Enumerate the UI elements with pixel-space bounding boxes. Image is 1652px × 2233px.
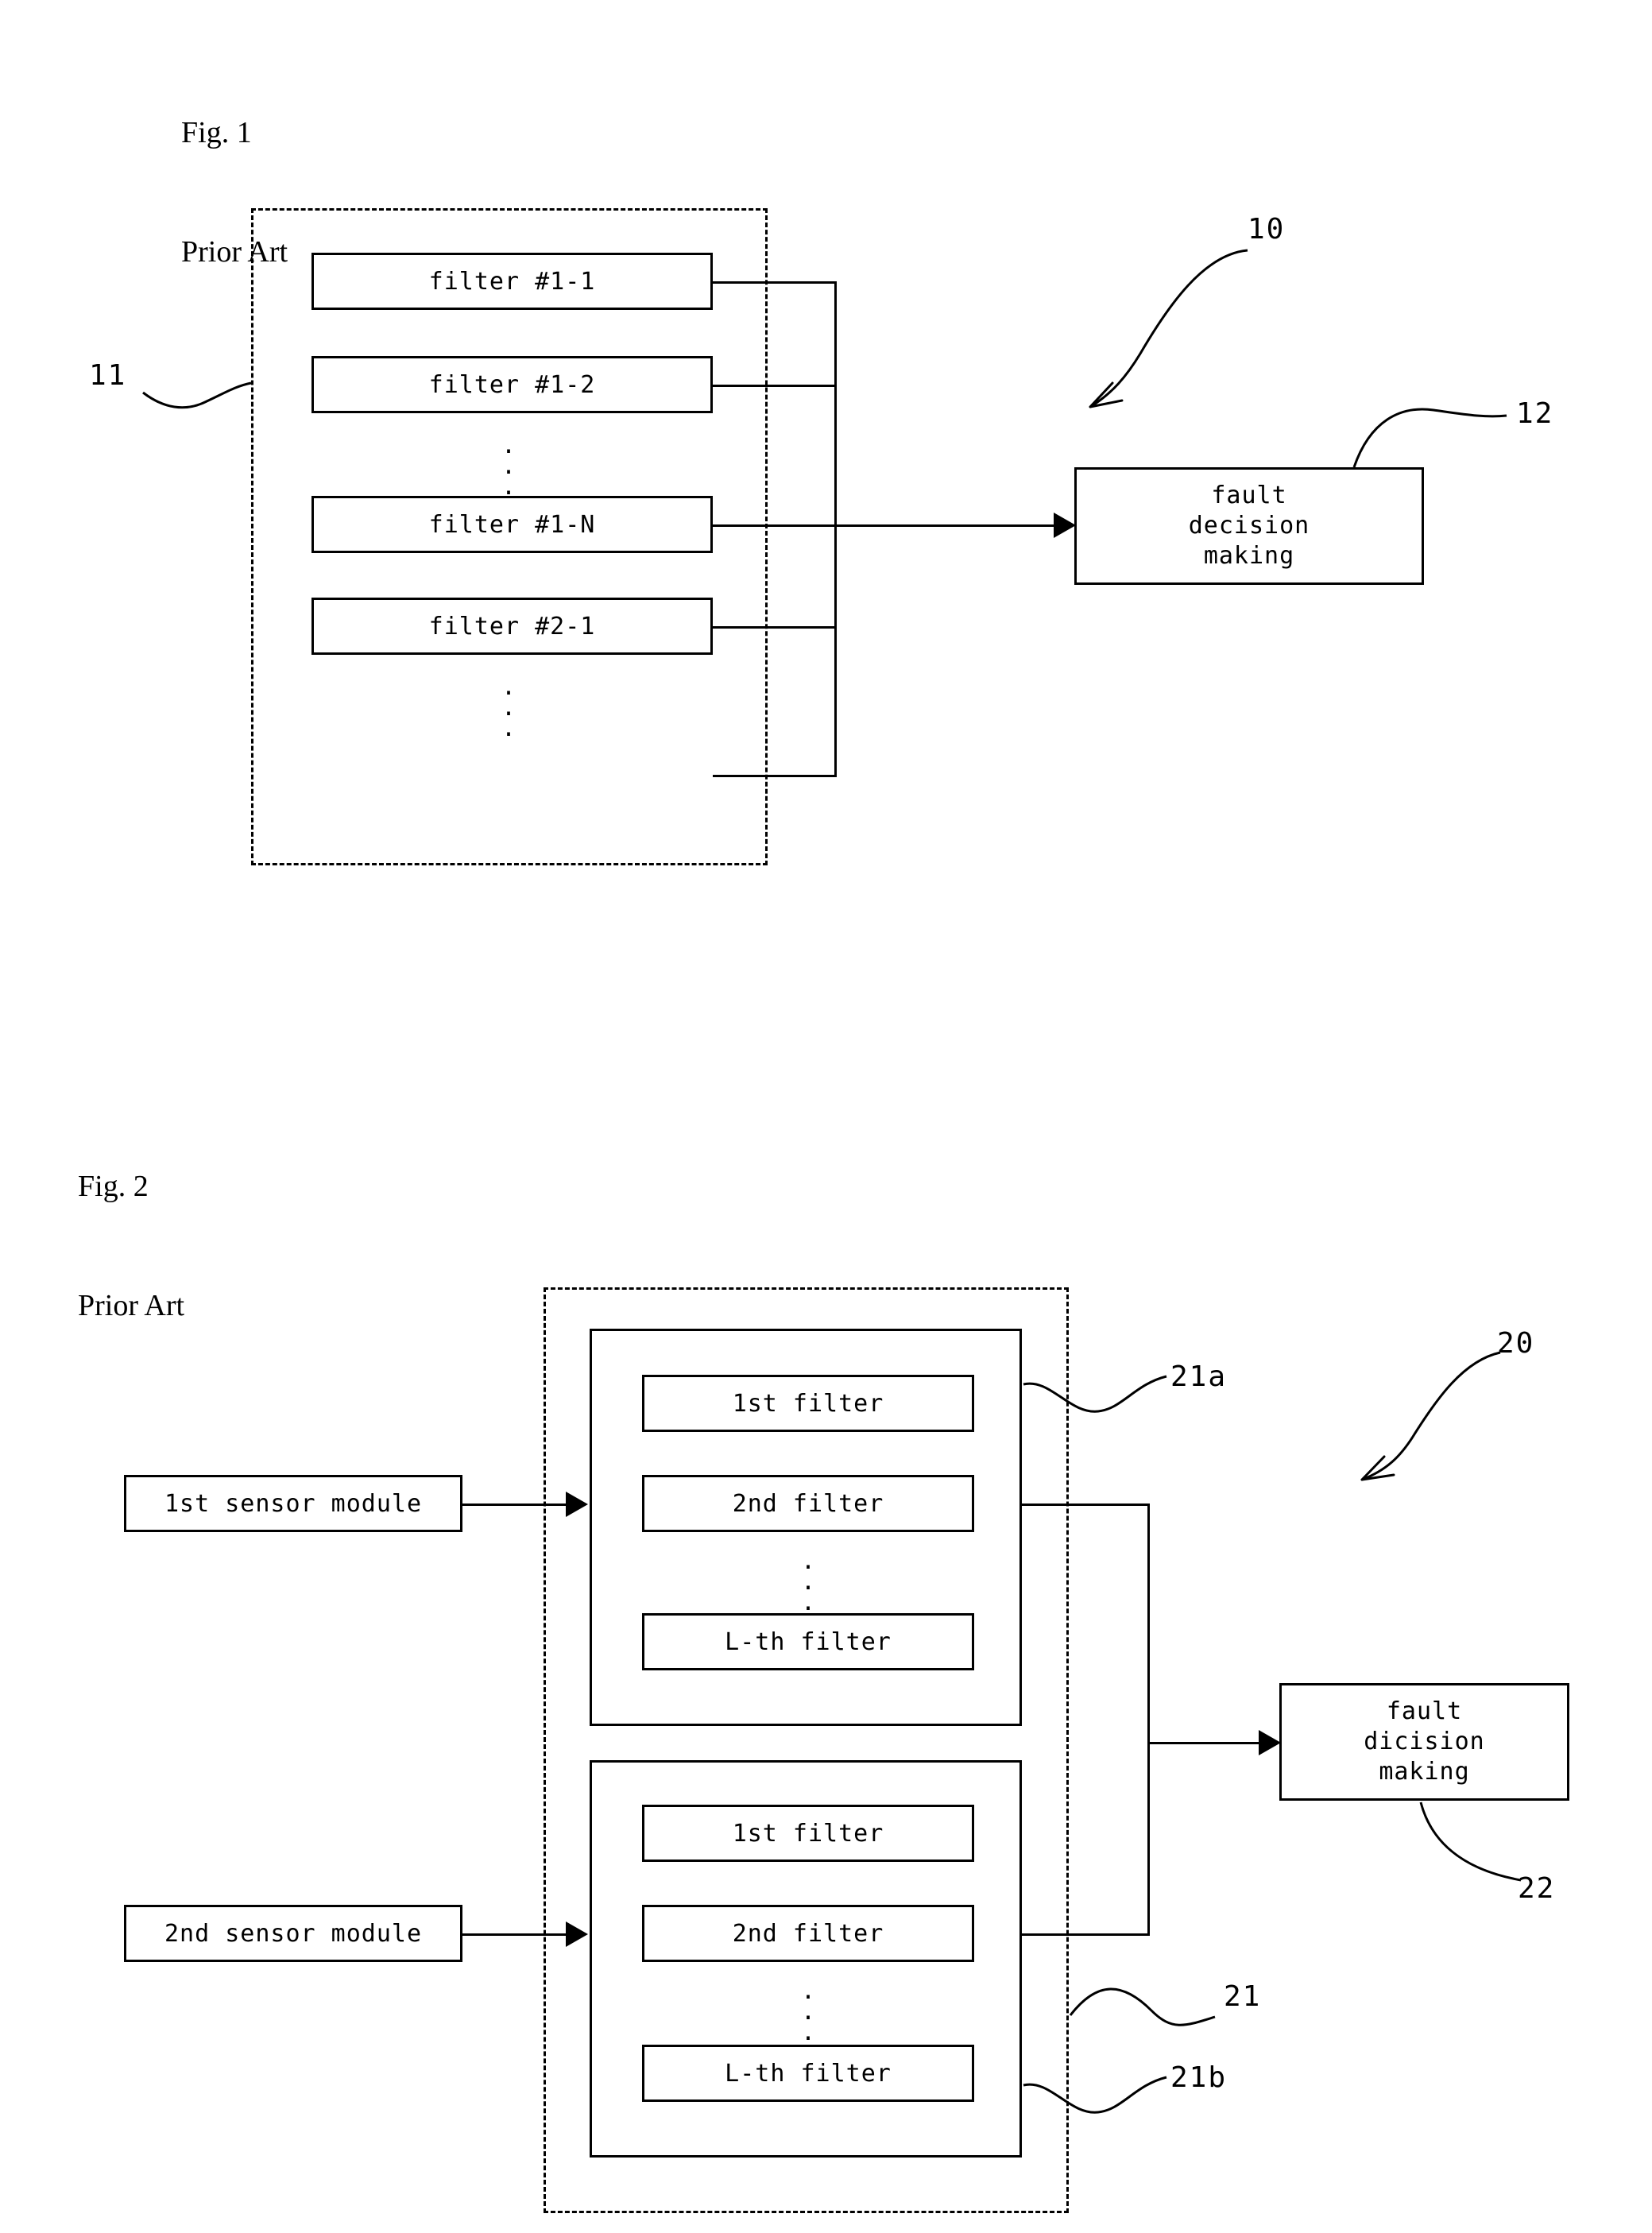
figure-2-lower-filter-box-2: 2nd filter bbox=[642, 1905, 974, 1962]
figure-2-sensor2-arrow-head bbox=[566, 1921, 588, 1947]
figure-1-bus-stub-5 bbox=[713, 775, 836, 777]
figure-2-ref-20: 20 bbox=[1497, 1327, 1535, 1360]
figure-2-lower-ellipsis: . . . bbox=[800, 1977, 816, 2046]
figure-1-filter-box-2: filter #1-2 bbox=[311, 356, 713, 413]
figure-1-decision-arrow-line bbox=[834, 524, 1055, 527]
figure-1-output-bus bbox=[834, 281, 837, 777]
figure-1-bus-stub-2 bbox=[713, 385, 836, 387]
figure-2-ref-21-leader bbox=[1069, 1987, 1216, 2026]
figure-2-ref-22: 22 bbox=[1518, 1872, 1556, 1905]
figure-2-lower-filter-box-1: 1st filter bbox=[642, 1805, 974, 1862]
figure-2-upper-filter-box-2: 2nd filter bbox=[642, 1475, 974, 1532]
figure-2-sensor1-arrow-line bbox=[462, 1504, 566, 1506]
figure-2-sensor1-arrow-head bbox=[566, 1492, 588, 1517]
figure-2-caption-priorart: Prior Art bbox=[78, 1289, 185, 1322]
figure-2-ref-20-leader bbox=[1360, 1351, 1501, 1481]
figure-1-filter-box-3: filter #1-N bbox=[311, 496, 713, 553]
figure-2-decision-line-2: dicision bbox=[1364, 1728, 1485, 1755]
figure-2-ref-21b: 21b bbox=[1170, 2061, 1228, 2094]
patent-figure-sheet: Fig. 1 Prior Art filter #1-1 filter #1-2… bbox=[0, 0, 1652, 2233]
figure-1-filter-box-4: filter #2-1 bbox=[311, 598, 713, 655]
figure-1-ref-10: 10 bbox=[1248, 213, 1286, 246]
figure-1-ref-10-leader bbox=[1089, 249, 1248, 408]
figure-1-bus-stub-1 bbox=[713, 281, 836, 284]
figure-2-caption: Fig. 2 Prior Art bbox=[78, 1087, 184, 1405]
figure-2-upper-filter-box-1: 1st filter bbox=[642, 1375, 974, 1432]
figure-1-caption-number: Fig. 1 bbox=[181, 116, 252, 149]
figure-1-decision-line-2: decision bbox=[1188, 512, 1310, 540]
figure-1-ref-12-leader bbox=[1352, 408, 1507, 468]
figure-1-ref-11: 11 bbox=[89, 359, 127, 392]
figure-1-filter-box-1: filter #1-1 bbox=[311, 253, 713, 310]
figure-2-upper-ellipsis: . . . bbox=[800, 1547, 816, 1616]
figure-1-decision-box: fault decision making bbox=[1074, 467, 1424, 585]
figure-2-sensor2-arrow-line bbox=[462, 1933, 566, 1936]
figure-1-decision-arrow-head bbox=[1054, 513, 1076, 538]
figure-2-ref-22-leader bbox=[1419, 1801, 1522, 1882]
figure-2-ref-21: 21 bbox=[1224, 1980, 1262, 2013]
figure-1-ellipsis-bottom: . . . bbox=[501, 673, 516, 742]
figure-1-decision-line-3: making bbox=[1203, 542, 1295, 570]
figure-2-decision-box: fault dicision making bbox=[1279, 1683, 1569, 1801]
figure-2-caption-number: Fig. 2 bbox=[78, 1170, 149, 1203]
figure-2-decision-arrow-head bbox=[1259, 1730, 1281, 1755]
figure-2-decision-arrow-line bbox=[1147, 1742, 1260, 1744]
figure-2-output-bus bbox=[1147, 1504, 1150, 1936]
figure-2-sensor-module-2: 2nd sensor module bbox=[124, 1905, 462, 1962]
figure-2-lower-output-line bbox=[1022, 1933, 1149, 1936]
figure-2-sensor-module-1: 1st sensor module bbox=[124, 1475, 462, 1532]
figure-1-bus-stub-4 bbox=[713, 626, 836, 629]
figure-1-ref-12: 12 bbox=[1516, 397, 1554, 430]
figure-2-decision-line-1: fault bbox=[1386, 1697, 1463, 1725]
figure-1-bus-stub-3 bbox=[713, 524, 836, 527]
figure-2-lower-filter-box-3: L-th filter bbox=[642, 2045, 974, 2102]
figure-1-ellipsis-top: . . . bbox=[501, 432, 516, 501]
figure-1-ref-11-leader bbox=[142, 381, 252, 409]
figure-2-upper-filter-box-3: L-th filter bbox=[642, 1613, 974, 1670]
figure-1-decision-line-1: fault bbox=[1211, 482, 1287, 509]
figure-2-upper-output-line bbox=[1022, 1504, 1149, 1506]
figure-2-decision-line-3: making bbox=[1379, 1758, 1470, 1786]
figure-2-ref-21a: 21a bbox=[1170, 1360, 1228, 1393]
